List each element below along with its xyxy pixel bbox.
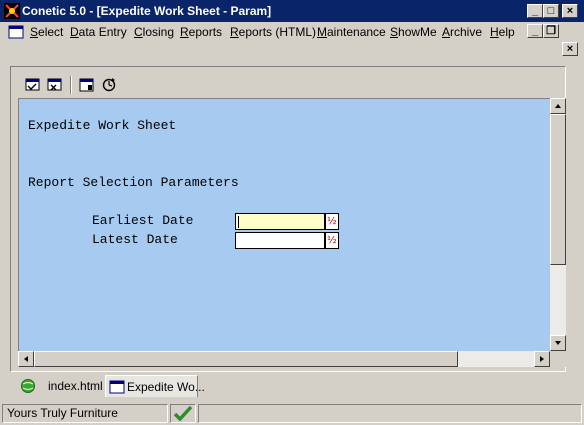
section-title: Report Selection Parameters	[28, 175, 239, 190]
report-parameter-panel: Expedite Work Sheet Report Selection Par…	[18, 98, 550, 351]
horizontal-scrollbar[interactable]	[18, 351, 550, 367]
horizontal-scroll-thumb[interactable]	[34, 351, 458, 367]
checkmark-icon	[173, 405, 193, 422]
arrow-left-icon	[24, 356, 28, 362]
scroll-down-button[interactable]	[550, 335, 566, 351]
browser-page-icon	[21, 379, 35, 393]
refresh-icon[interactable]	[100, 77, 118, 93]
menu-archive[interactable]: Archive	[442, 25, 482, 39]
arrow-up-icon	[555, 104, 561, 108]
close-button[interactable]: ×	[562, 4, 578, 18]
earliest-date-label: Earliest Date	[92, 213, 194, 228]
document-window-icon	[8, 25, 24, 39]
window-title: Conetic 5.0 - [Expedite Work Sheet - Par…	[22, 4, 272, 18]
menu-showme[interactable]: ShowMe	[390, 25, 437, 39]
tab-index-html[interactable]: index.html	[16, 375, 104, 397]
run-report-icon[interactable]	[24, 77, 42, 93]
latest-date-label: Latest Date	[92, 232, 178, 247]
scroll-right-button[interactable]	[534, 351, 550, 367]
report-heading: Expedite Work Sheet	[28, 118, 177, 133]
preview-icon[interactable]	[78, 77, 96, 93]
mdi-minimize-button[interactable]: _	[527, 24, 543, 38]
company-name-status: Yours Truly Furniture	[2, 404, 168, 423]
menu-help[interactable]: Help	[490, 25, 515, 39]
menu-select[interactable]: Select	[30, 25, 63, 39]
menu-maintenance[interactable]: Maintenance	[317, 25, 386, 39]
earliest-date-input[interactable]	[235, 213, 325, 230]
mdi-restore-button[interactable]: ❐	[543, 24, 559, 38]
toolbar-separator	[70, 76, 72, 94]
tab-expedite-work-sheet[interactable]: Expedite Wo...	[105, 375, 205, 397]
menu-closing[interactable]: Closing	[134, 25, 174, 39]
menu-bar: Select Data Entry Closing Reports Report…	[0, 22, 584, 42]
cancel-report-icon[interactable]	[46, 77, 64, 93]
report-window-icon	[109, 380, 125, 394]
minimize-button[interactable]: _	[527, 4, 543, 18]
status-bar: Yours Truly Furniture	[0, 402, 584, 425]
latest-date-input[interactable]	[235, 232, 325, 249]
vertical-scrollbar[interactable]	[550, 98, 566, 351]
app-logo-icon	[4, 3, 20, 19]
arrow-down-icon	[555, 341, 561, 345]
window-tab-bar: index.html Expedite Wo...	[0, 373, 584, 399]
ready-indicator	[170, 404, 196, 423]
title-bar[interactable]: Conetic 5.0 - [Expedite Work Sheet - Par…	[0, 0, 584, 22]
menu-reports[interactable]: Reports	[180, 25, 222, 39]
vertical-scroll-thumb[interactable]	[550, 114, 566, 265]
earliest-date-calendar-icon[interactable]: ½	[325, 213, 339, 230]
child-close-button[interactable]: ×	[562, 42, 578, 56]
maximize-button[interactable]: □	[543, 4, 559, 18]
report-toolbar	[18, 74, 122, 96]
scroll-left-button[interactable]	[18, 351, 34, 367]
arrow-right-icon	[540, 356, 544, 362]
scroll-up-button[interactable]	[550, 98, 566, 114]
menu-data-entry[interactable]: Data Entry	[70, 25, 127, 39]
menu-reports-html[interactable]: Reports (HTML)	[230, 25, 316, 39]
text-caret	[238, 216, 239, 228]
latest-date-calendar-icon[interactable]: ½	[325, 232, 339, 249]
status-message-pane	[198, 404, 582, 423]
scrollbar-corner	[550, 351, 566, 367]
